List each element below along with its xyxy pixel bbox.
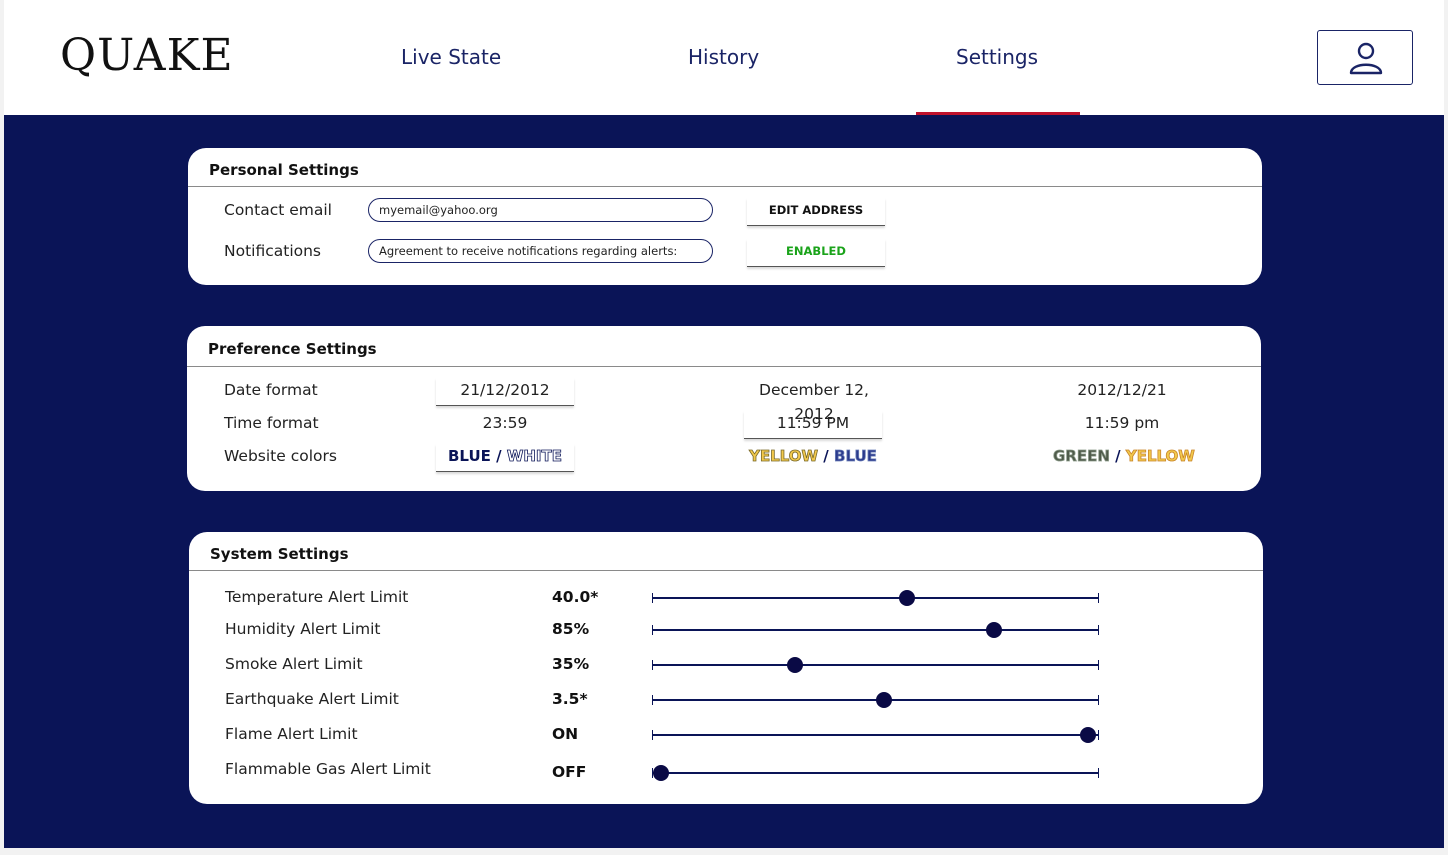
flammable-gas-alert-slider[interactable] [652, 765, 1099, 781]
notifications-label: Notifications [224, 242, 322, 260]
slider-thumb[interactable] [898, 590, 915, 606]
user-icon [1349, 42, 1383, 75]
smoke-alert-slider[interactable] [652, 657, 1099, 673]
color-separator: / [818, 447, 835, 465]
color-scheme-green-yellow[interactable]: GREEN / YELLOW [1053, 444, 1196, 472]
slider-thumb[interactable] [652, 765, 669, 781]
color-scheme-yellow-blue[interactable]: YELLOW / BLUE [744, 444, 882, 472]
time-format-option-1[interactable]: 23:59 [436, 411, 574, 439]
profile-button[interactable] [1317, 30, 1413, 85]
contact-email-label: Contact email [224, 201, 332, 219]
smoke-alert-value: 35% [552, 655, 590, 673]
color-separator: / [490, 447, 507, 465]
flammable-gas-alert-value: OFF [552, 763, 587, 781]
slider-thumb[interactable] [1079, 727, 1096, 743]
app-frame: QUAKE Live State History Settings Person… [4, 0, 1444, 848]
flame-alert-value: ON [552, 725, 579, 743]
tab-history[interactable]: History [688, 45, 759, 69]
date-format-label: Date format [224, 381, 318, 399]
time-format-label: Time format [224, 414, 319, 432]
flame-alert-slider[interactable] [652, 727, 1099, 743]
earthquake-alert-label: Earthquake Alert Limit [225, 690, 399, 708]
divider [188, 186, 1262, 187]
color-name-first: GREEN [1053, 447, 1111, 466]
color-name-first: YELLOW [749, 447, 819, 466]
notifications-field: Agreement to receive notifications regar… [368, 239, 713, 263]
top-navigation-bar: QUAKE Live State History Settings [4, 0, 1444, 115]
system-settings-title: System Settings [210, 545, 349, 563]
app-logo: QUAKE [60, 30, 234, 81]
flame-alert-label: Flame Alert Limit [225, 725, 358, 743]
personal-settings-title: Personal Settings [209, 161, 359, 179]
color-name-second: WHITE [506, 447, 562, 466]
color-name-second: BLUE [834, 447, 878, 466]
temperature-alert-slider[interactable] [652, 590, 1099, 606]
tab-settings[interactable]: Settings [956, 45, 1038, 69]
time-format-option-3[interactable]: 11:59 pm [1053, 411, 1191, 439]
smoke-alert-label: Smoke Alert Limit [225, 655, 363, 673]
color-separator: / [1109, 447, 1126, 465]
color-name-first: BLUE [448, 447, 491, 465]
date-format-option-1[interactable]: 21/12/2012 [436, 378, 574, 406]
personal-settings-card: Personal Settings Contact email myemail@… [188, 148, 1262, 285]
earthquake-alert-slider[interactable] [652, 692, 1099, 708]
preference-settings-title: Preference Settings [208, 340, 377, 358]
temperature-alert-label: Temperature Alert Limit [225, 588, 409, 606]
edit-address-button[interactable]: EDIT ADDRESS [747, 198, 885, 226]
slider-thumb[interactable] [876, 692, 893, 708]
divider [187, 366, 1261, 367]
active-tab-indicator [916, 112, 1080, 115]
website-colors-label: Website colors [224, 447, 337, 465]
tab-live-state[interactable]: Live State [401, 45, 501, 69]
color-name-second: YELLOW [1125, 447, 1195, 466]
date-format-option-2[interactable]: December 12, 2012 [744, 378, 884, 423]
system-settings-card: System Settings Temperature Alert Limit … [189, 532, 1263, 804]
humidity-alert-label: Humidity Alert Limit [225, 620, 381, 638]
humidity-alert-slider[interactable] [652, 622, 1099, 638]
time-format-option-2[interactable]: 11:59 PM [744, 411, 882, 439]
earthquake-alert-value: 3.5* [552, 690, 588, 708]
slider-thumb[interactable] [787, 657, 804, 673]
humidity-alert-value: 85% [552, 620, 590, 638]
flammable-gas-alert-label: Flammable Gas Alert Limit [225, 760, 431, 778]
contact-email-field[interactable]: myemail@yahoo.org [368, 198, 713, 222]
color-scheme-blue-white[interactable]: BLUE / WHITE [436, 444, 574, 472]
divider [189, 570, 1263, 571]
notifications-enabled-toggle[interactable]: ENABLED [747, 239, 885, 267]
slider-thumb[interactable] [985, 622, 1002, 638]
date-format-option-3[interactable]: 2012/12/21 [1053, 378, 1191, 406]
preference-settings-card: Preference Settings Date format 21/12/20… [187, 326, 1261, 491]
temperature-alert-value: 40.0* [552, 588, 599, 606]
